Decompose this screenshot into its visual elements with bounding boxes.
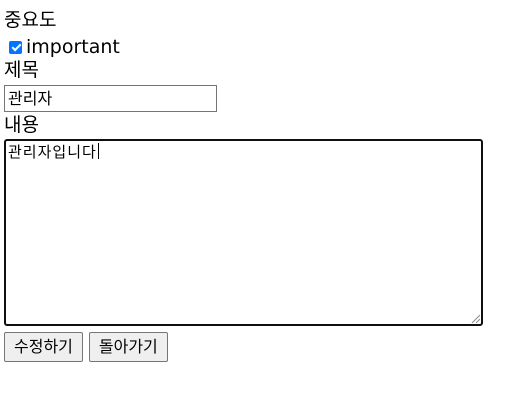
content-textarea[interactable]: 관리자입니다: [4, 139, 483, 326]
title-input[interactable]: 관리자: [4, 85, 217, 112]
importance-label: 중요도: [4, 9, 57, 31]
edit-button[interactable]: 수정하기: [4, 332, 83, 362]
content-text: 관리자입니다: [8, 143, 97, 161]
important-checkbox-label[interactable]: important: [26, 36, 120, 58]
form-actions: 수정하기 돌아가기: [4, 332, 500, 362]
important-checkbox-row[interactable]: important: [4, 36, 500, 58]
content-label: 내용: [4, 114, 39, 136]
resize-grip-icon[interactable]: [470, 313, 480, 323]
edit-post-form: 중요도 important 제목 관리자 내용 관리자입니다 수정하기 돌아가기: [4, 8, 500, 362]
back-button[interactable]: 돌아가기: [88, 332, 168, 362]
important-checkbox[interactable]: [9, 40, 22, 54]
title-label: 제목: [4, 59, 39, 81]
text-caret: [97, 143, 99, 159]
